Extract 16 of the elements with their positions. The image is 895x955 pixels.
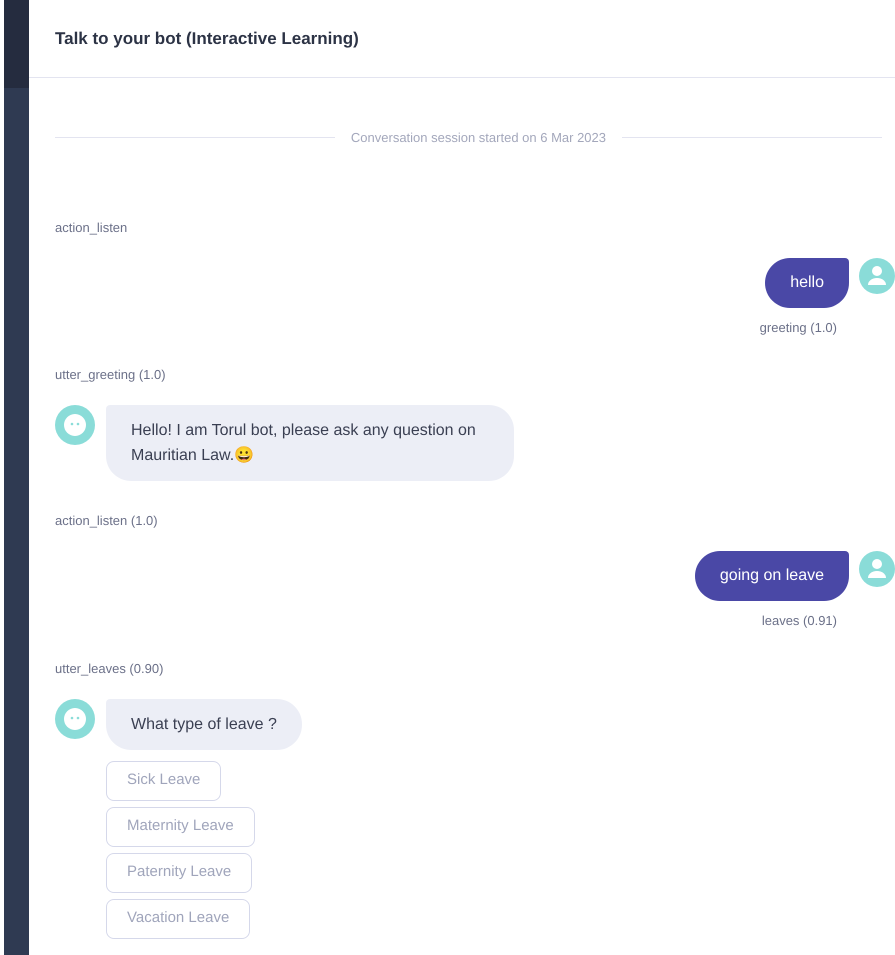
quick-reply-button[interactable]: Sick Leave [106,760,222,800]
quick-reply-button[interactable]: Paternity Leave [106,852,252,892]
user-message: going on leave [694,551,849,601]
action-label: action_listen (1.0) [55,513,158,528]
intent-label: greeting (1.0) [760,318,837,337]
action-label: utter_leaves (0.90) [55,660,164,676]
action-label: action_listen [55,220,128,234]
session-divider-text: Conversation session started on 6 Mar 2023 [350,129,607,147]
user-message: hello [765,258,849,308]
action-label: utter_greeting (1.0) [55,367,166,382]
quick-reply-button[interactable]: Vacation Leave [106,898,250,938]
quick-reply-button[interactable]: Maternity Leave [106,806,255,846]
page-title: Talk to your bot (Interactive Learning) [55,28,359,50]
intent-label: leaves (0.91) [762,612,837,630]
bot-message: What type of leave ? [106,698,302,750]
bot-message: Hello! I am Torul bot, please ask any question on Mauritian Law.😀 [106,405,514,481]
